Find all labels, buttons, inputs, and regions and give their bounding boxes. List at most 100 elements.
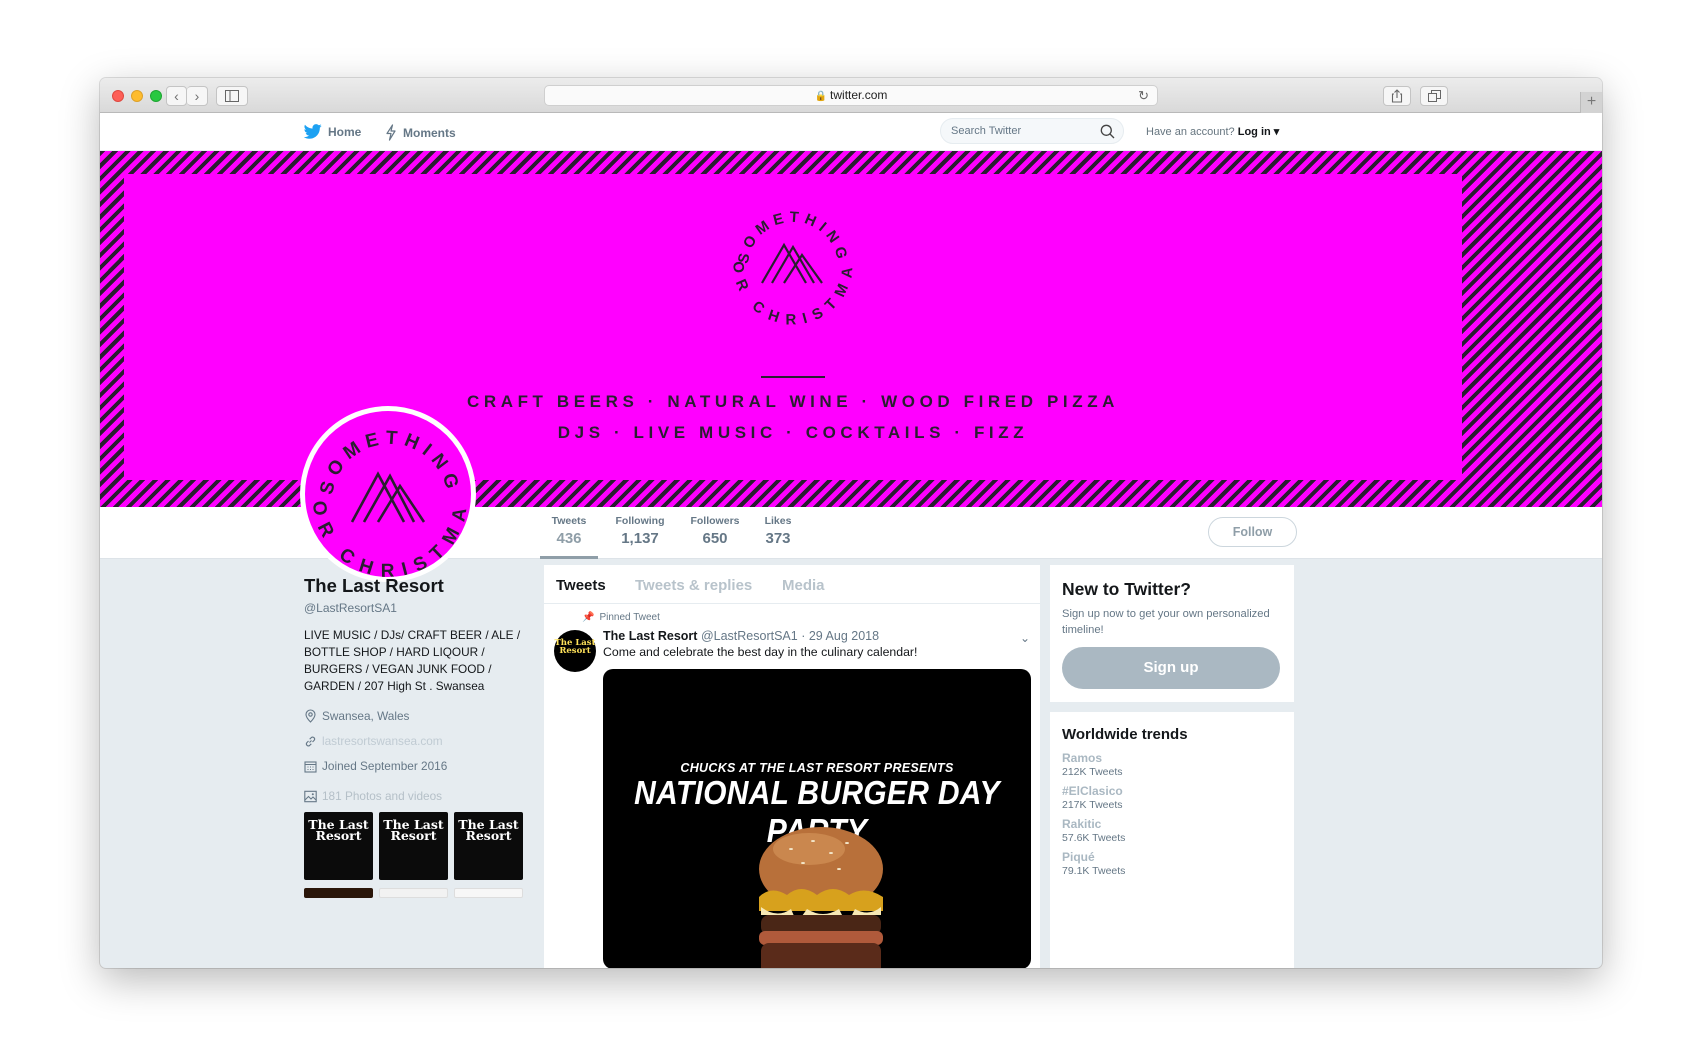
url-text: twitter.com [830,88,888,102]
pinned-label-text: Pinned Tweet [599,612,660,623]
tweet-options-chevron-icon[interactable]: ⌄ [1020,631,1030,645]
twitter-top-nav: Home Moments Search Twitter Have an acco… [100,113,1602,151]
chevron-right-icon: › [194,88,200,104]
plus-icon: + [1586,93,1597,110]
photos-count-text[interactable]: 181 Photos and videos [322,789,442,803]
banner-tagline-1: CRAFT BEERS · NATURAL WINE · WOOD FIRED … [466,392,1120,411]
pin-icon: 📌 [582,612,595,623]
image-icon [304,790,317,802]
reload-icon[interactable]: ↻ [1138,86,1149,105]
profile-joined: Joined September 2016 [304,759,544,773]
stat-followers[interactable]: Followers 650 [682,515,748,547]
profile-joined-text: Joined September 2016 [322,759,448,773]
stat-likes-value: 373 [765,530,791,547]
zoom-window-button[interactable] [150,90,162,102]
photo-thumbnail[interactable] [304,888,373,898]
stat-following-label: Following [615,515,665,527]
photo-thumbnail[interactable] [454,888,523,898]
share-icon [1391,89,1403,103]
trend-count: 79.1K Tweets [1062,865,1126,877]
tab-media[interactable]: Media [782,577,825,594]
profile-handle[interactable]: @LastResortSA1 [304,601,544,615]
tweet-date[interactable]: · 29 Aug 2018 [801,629,879,643]
profile-location: Swansea, Wales [304,709,544,723]
caret-down-icon[interactable]: ▾ [1271,126,1280,138]
search-input[interactable]: Search Twitter [940,118,1124,144]
follow-button[interactable]: Follow [1208,517,1297,547]
profile-bio: LIVE MUSIC / DJs/ CRAFT BEER / ALE / BOT… [304,628,521,693]
something-for-christmas-badge: SOMETHING FOR CHRISTMAS [726,195,852,328]
photo-thumbnail[interactable]: The Last Resort [454,812,523,880]
stat-followers-value: 650 [702,530,728,547]
forward-button[interactable]: › [187,86,208,106]
lock-icon: 🔒 [814,91,828,102]
tweet-header: The Last Resort @LastResortSA1 · 29 Aug … [603,629,879,643]
nav-home[interactable]: Home [304,124,361,139]
stat-likes[interactable]: Likes 373 [756,515,800,547]
stat-tweets[interactable]: Tweets 436 [540,515,598,547]
trend-count: 217K Tweets [1062,799,1123,811]
trend-item[interactable]: Ramos 212K Tweets [1062,751,1282,778]
signup-button[interactable]: Sign up [1062,647,1280,689]
tweet-media-image[interactable]: CHUCKS AT THE LAST RESORT PRESENTS NATIO… [603,669,1031,968]
tweet-author-name[interactable]: The Last Resort [603,629,697,643]
profile-website-text[interactable]: lastresortswansea.com [322,734,443,748]
profile-website[interactable]: lastresortswansea.com [304,734,544,748]
sidebar-toggle-button[interactable] [216,86,248,106]
nav-moments[interactable]: Moments [385,124,456,141]
stat-followers-label: Followers [690,515,740,527]
trend-name[interactable]: Ramos [1062,751,1282,765]
photo-thumbnail[interactable]: The Last Resort [379,812,448,880]
banner-divider [761,376,825,378]
avatar-badge: SOMETHING FOR CHRISTMAS [305,411,466,577]
stat-following-value: 1,137 [621,530,659,547]
profile-avatar[interactable]: SOMETHING FOR CHRISTMAS [300,406,476,582]
trend-name[interactable]: Rakitic [1062,817,1282,831]
new-to-twitter-card: New to Twitter? Sign up now to get your … [1050,565,1294,702]
signup-text: Sign up now to get your own personalized… [1062,608,1270,636]
profile-sidebar: The Last Resort @LastResortSA1 LIVE MUSI… [304,575,544,803]
trend-count: 212K Tweets [1062,766,1123,778]
profile-name[interactable]: The Last Resort [304,575,544,597]
calendar-icon [304,760,317,773]
tab-tweets-and-replies[interactable]: Tweets & replies [635,577,752,594]
timeline-tabs: Tweets Tweets & replies Media [544,565,1040,604]
new-tab-button[interactable]: + [1580,92,1602,113]
stat-tweets-label: Tweets [551,515,587,527]
trend-name[interactable]: #ElClasico [1062,784,1282,798]
trend-item[interactable]: #ElClasico 217K Tweets [1062,784,1282,811]
twitter-bird-icon [304,124,322,139]
tabs-overview-button[interactable] [1420,86,1448,106]
tweet-avatar[interactable]: The Last Resort [554,630,596,672]
chevron-left-icon: ‹ [174,88,179,104]
share-button[interactable] [1383,86,1411,106]
login-prompt: Have an account? Log in ▾ [1146,125,1279,138]
back-button[interactable]: ‹ [166,86,187,106]
lightning-bolt-icon [386,124,396,141]
login-link[interactable]: Log in [1238,126,1271,138]
stat-tweets-value: 436 [556,530,582,547]
nav-moments-label: Moments [403,125,456,140]
worldwide-trends-card: Worldwide trends Ramos 212K Tweets #ElCl… [1050,712,1294,968]
thumbnail-title: The Last Resort [458,817,519,843]
photo-thumbnail[interactable] [379,888,448,898]
thumbnail-title: The Last Resort [308,817,369,843]
photo-thumbnail[interactable]: The Last Resort [304,812,373,880]
svg-text:SOMETHING: SOMETHING [316,428,464,497]
trend-item[interactable]: Piqué 79.1K Tweets [1062,850,1282,877]
tab-tweets[interactable]: Tweets [556,577,606,594]
minimize-window-button[interactable] [131,90,143,102]
thumbnail-title: The Last Resort [383,817,444,843]
avatar-top-text: SOMETHING [316,428,458,497]
close-window-button[interactable] [112,90,124,102]
signup-title: New to Twitter? [1062,579,1191,599]
trends-title: Worldwide trends [1062,726,1188,743]
stat-following[interactable]: Following 1,137 [608,515,672,547]
address-bar[interactable]: 🔒 twitter.com ↻ [544,85,1158,106]
trend-item[interactable]: Rakitic 57.6K Tweets [1062,817,1282,844]
trend-name[interactable]: Piqué [1062,850,1282,864]
photos-and-videos-link[interactable]: 181 Photos and videos [304,789,544,803]
tweet-author-handle[interactable]: @LastResortSA1 [701,629,798,643]
media-subtitle: CHUCKS AT THE LAST RESORT PRESENTS [680,761,954,775]
search-icon[interactable] [1100,124,1115,139]
